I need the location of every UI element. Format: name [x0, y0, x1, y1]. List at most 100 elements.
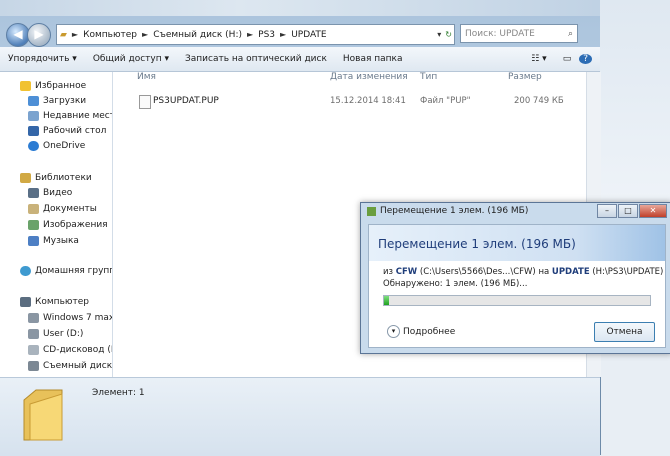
- desktop-icon: [28, 125, 39, 136]
- nav-label: User (D:): [43, 328, 84, 339]
- chevron-right-icon[interactable]: ►: [70, 30, 80, 39]
- images-icon: [28, 219, 39, 230]
- from-prefix: из: [383, 267, 394, 277]
- file-name[interactable]: PS3UPDAT.PUP: [153, 96, 219, 106]
- nav-label: Windows 7 max-(: [43, 312, 112, 323]
- breadcrumb-ps3[interactable]: PS3: [255, 30, 278, 40]
- nav-drive-h[interactable]: Съемный диск (I: [28, 358, 113, 373]
- destination-path: (H:\PS3\UPDATE): [592, 267, 664, 277]
- to-prefix: на: [538, 267, 550, 277]
- burn-button[interactable]: Записать на оптический диск: [177, 54, 335, 64]
- found-items: Обнаружено: 1 элем. (196 МБ)...: [383, 279, 528, 289]
- maximize-button[interactable]: □: [618, 204, 638, 218]
- progress-bar: [383, 295, 651, 306]
- nav-label: Видео: [43, 187, 73, 198]
- move-progress-dialog: Перемещение 1 элем. (196 МБ) – □ ✕ Перем…: [360, 202, 670, 354]
- file-date: 15.12.2014 18:41: [330, 96, 406, 106]
- dialog-heading: Перемещение 1 элем. (196 МБ): [378, 237, 576, 251]
- nav-documents[interactable]: Документы: [28, 201, 97, 216]
- breadcrumb-drive[interactable]: Съемный диск (H:): [150, 30, 245, 40]
- recent-places-icon: [28, 110, 39, 121]
- folder-icon: [23, 389, 63, 441]
- nav-libraries[interactable]: Библиотеки: [20, 170, 92, 185]
- navigation-bar: ◀ ▶ ▰ ► Компьютер ► Съемный диск (H:) ► …: [0, 16, 600, 47]
- drive-icon: [28, 328, 39, 339]
- share-button[interactable]: Общий доступ ▾: [85, 54, 177, 64]
- documents-icon: [28, 203, 39, 214]
- column-header-date[interactable]: Дата изменения: [330, 72, 408, 88]
- source-path: (C:\Users\5566\Des...\CFW): [419, 267, 536, 277]
- cd-drive-icon: [28, 344, 39, 355]
- nav-drive-d[interactable]: User (D:): [28, 326, 83, 341]
- chevron-right-icon[interactable]: ►: [278, 30, 288, 39]
- dialog-title: Перемещение 1 элем. (196 МБ): [380, 206, 529, 216]
- nav-drive-f[interactable]: CD-дисковод (F:): [28, 342, 112, 357]
- navigation-pane: Избранное Загрузки Недавние места Рабочи…: [0, 72, 113, 377]
- nav-favorites[interactable]: Избранное: [20, 78, 86, 93]
- chevron-down-icon: ▾: [387, 325, 400, 338]
- refresh-icon[interactable]: ↻: [443, 30, 454, 39]
- column-header-type[interactable]: Тип: [420, 72, 437, 88]
- organize-button[interactable]: Упорядочить ▾: [0, 54, 85, 64]
- progress-fill: [384, 296, 390, 305]
- file-icon: [139, 95, 151, 109]
- computer-icon: [20, 296, 31, 307]
- chevron-right-icon[interactable]: ►: [245, 30, 255, 39]
- removable-drive-icon: [28, 360, 39, 371]
- drive-icon: [28, 312, 39, 323]
- view-options-icon[interactable]: ☷ ▾: [523, 54, 554, 64]
- folder-icon: ▰: [60, 29, 67, 40]
- nav-recent[interactable]: Недавние места: [28, 108, 113, 123]
- minimize-button[interactable]: –: [597, 204, 617, 218]
- address-bar[interactable]: ▰ ► Компьютер ► Съемный диск (H:) ► PS3 …: [56, 24, 455, 45]
- new-folder-button[interactable]: Новая папка: [335, 54, 411, 64]
- nav-music[interactable]: Музыка: [28, 233, 79, 248]
- back-arrow-icon: ◀: [13, 27, 23, 41]
- destination-link[interactable]: UPDATE: [552, 267, 590, 277]
- nav-label: Рабочий стол: [43, 125, 107, 136]
- dropdown-icon[interactable]: ▾: [435, 30, 443, 39]
- nav-drive-c[interactable]: Windows 7 max-(: [28, 310, 112, 325]
- nav-label: CD-дисковод (F:): [43, 344, 112, 355]
- more-details-label: Подробнее: [403, 326, 456, 337]
- nav-downloads[interactable]: Загрузки: [28, 93, 86, 108]
- nav-label: Недавние места: [43, 110, 113, 121]
- nav-label: Съемный диск (I: [43, 360, 113, 371]
- downloads-icon: [28, 95, 39, 106]
- nav-label: Музыка: [43, 235, 79, 246]
- source-link[interactable]: CFW: [396, 267, 417, 277]
- nav-video[interactable]: Видео: [28, 185, 72, 200]
- chevron-right-icon[interactable]: ►: [140, 30, 150, 39]
- breadcrumb-update[interactable]: UPDATE: [288, 30, 329, 40]
- help-icon[interactable]: ?: [579, 54, 592, 64]
- column-header-size[interactable]: Размер: [508, 72, 542, 88]
- command-bar: Упорядочить ▾ Общий доступ ▾ Записать на…: [0, 47, 600, 72]
- cancel-button[interactable]: Отмена: [594, 322, 655, 342]
- forward-button[interactable]: ▶: [27, 23, 51, 47]
- nav-onedrive[interactable]: OneDrive: [28, 138, 85, 153]
- cloud-icon: [28, 140, 39, 151]
- nav-images[interactable]: Изображения: [28, 217, 108, 232]
- star-icon: [20, 80, 31, 91]
- nav-label: Документы: [43, 203, 97, 214]
- close-button[interactable]: ✕: [639, 204, 667, 218]
- breadcrumb-computer[interactable]: Компьютер: [80, 30, 140, 40]
- nav-label: Домашняя группа: [35, 265, 113, 276]
- homegroup-icon: [20, 265, 31, 276]
- nav-computer[interactable]: Компьютер: [20, 294, 89, 309]
- column-header-name[interactable]: Имя: [137, 72, 156, 88]
- nav-label: Компьютер: [35, 296, 89, 307]
- more-details-toggle[interactable]: ▾ Подробнее: [387, 325, 455, 338]
- search-icon[interactable]: ⌕: [568, 29, 577, 39]
- dialog-title-bar: Перемещение 1 элем. (196 МБ): [367, 206, 528, 216]
- dialog-body: Перемещение 1 элем. (196 МБ) из CFW (C:\…: [368, 224, 666, 348]
- nav-homegroup[interactable]: Домашняя группа: [20, 263, 113, 278]
- nav-label: Избранное: [35, 80, 87, 91]
- window-controls: – □ ✕: [597, 204, 667, 218]
- desktop-background: [600, 0, 670, 202]
- nav-desktop[interactable]: Рабочий стол: [28, 123, 106, 138]
- preview-pane-icon[interactable]: ▭: [555, 54, 580, 64]
- search-input[interactable]: Поиск: UPDATE ⌕: [460, 24, 578, 43]
- forward-arrow-icon: ▶: [34, 27, 44, 41]
- file-size: 200 749 КБ: [514, 96, 564, 106]
